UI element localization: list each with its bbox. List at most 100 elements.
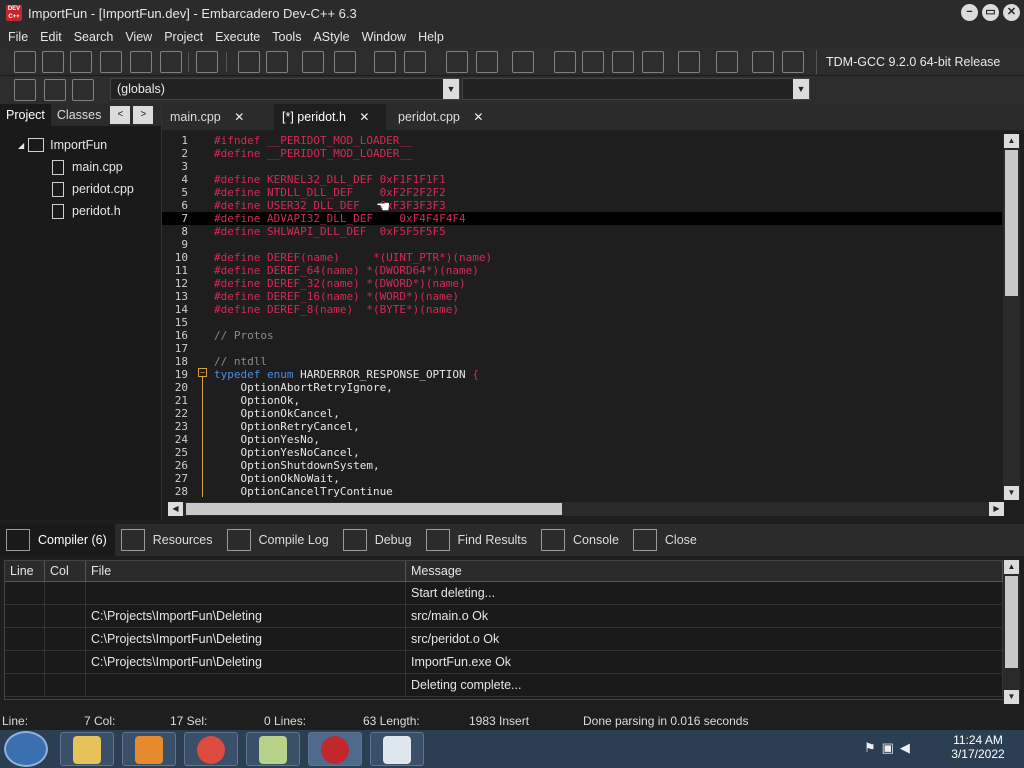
compile-run-icon[interactable] [612, 51, 634, 73]
save-all-icon[interactable] [100, 51, 122, 73]
undo-icon[interactable] [374, 51, 396, 73]
code-line[interactable]: 16 // Protos [162, 329, 1002, 342]
check-syntax-icon[interactable] [678, 51, 700, 73]
code-line[interactable]: 9 [162, 238, 1002, 251]
indent-icon[interactable] [446, 51, 468, 73]
code-line[interactable]: 6 #define USER32_DLL_DEF 0xF3F3F3F3 [162, 199, 1002, 212]
expand-icon[interactable]: ◢ [18, 141, 24, 150]
menu-edit[interactable]: Edit [34, 30, 68, 44]
start-button[interactable] [4, 731, 48, 767]
code-line[interactable]: 28 OptionCancelTryContinue [162, 485, 1002, 498]
close-icon[interactable]: ✕ [359, 110, 369, 124]
tab-compile-log[interactable]: Compile Log [221, 524, 337, 556]
chevron-down-icon[interactable]: ▼ [793, 79, 809, 99]
minimize-button[interactable]: − [961, 4, 978, 21]
fold-toggle-icon[interactable]: − [198, 368, 207, 377]
table-row[interactable]: Deleting complete... [5, 674, 1003, 697]
tab-compiler[interactable]: Compiler (6) [0, 524, 115, 556]
replace-icon[interactable] [266, 51, 288, 73]
profile-icon[interactable] [752, 51, 774, 73]
editor-tab-main-cpp[interactable]: main.cpp ✕ [162, 104, 272, 130]
table-row[interactable]: C:\Projects\ImportFun\Deleting src/main.o… [5, 605, 1003, 628]
goto-bookmark-icon[interactable] [72, 79, 94, 101]
redo-icon[interactable] [404, 51, 426, 73]
scroll-thumb[interactable] [1005, 150, 1018, 296]
code-line[interactable]: 19 − typedef enum HARDERROR_RESPONSE_OPTI… [162, 368, 1002, 381]
code-line[interactable]: 24 OptionYesNo, [162, 433, 1002, 446]
tab-classes[interactable]: Classes [51, 104, 107, 126]
stop-icon[interactable] [716, 51, 738, 73]
delete-profile-icon[interactable] [782, 51, 804, 73]
close-icon[interactable]: ✕ [234, 110, 244, 124]
menu-view[interactable]: View [119, 30, 158, 44]
menu-project[interactable]: Project [158, 30, 209, 44]
tree-file-item[interactable]: main.cpp [0, 156, 161, 178]
code-line[interactable]: 20 OptionAbortRetryIgnore, [162, 381, 1002, 394]
taskbar-chrome[interactable] [184, 732, 238, 766]
editor-tab-peridot-h[interactable]: [*] peridot.h ✕ [274, 104, 386, 130]
table-row[interactable]: C:\Projects\ImportFun\Deleting ImportFun.… [5, 651, 1003, 674]
bookmark-icon[interactable] [512, 51, 534, 73]
close-icon[interactable]: ✕ [473, 110, 483, 124]
tree-project-node[interactable]: ◢ ImportFun [0, 134, 161, 156]
taskbar-explorer[interactable] [60, 732, 114, 766]
open-folder-icon[interactable] [42, 51, 64, 73]
scroll-thumb[interactable] [186, 503, 562, 515]
tree-file-item[interactable]: peridot.cpp [0, 178, 161, 200]
rebuild-icon[interactable] [642, 51, 664, 73]
code-line[interactable]: 8 #define SHLWAPI_DLL_DEF 0xF5F5F5F5 [162, 225, 1002, 238]
scroll-up-icon[interactable]: ▲ [1004, 134, 1019, 148]
code-line[interactable]: 27 OptionOkNoWait, [162, 472, 1002, 485]
editor-vertical-scrollbar[interactable]: ▲ ▼ [1003, 134, 1020, 500]
toggle-bookmark-icon[interactable] [44, 79, 66, 101]
menu-file[interactable]: File [2, 30, 34, 44]
code-line[interactable]: 12 #define DEREF_32(name) *(DWORD*)(name… [162, 277, 1002, 290]
menu-execute[interactable]: Execute [209, 30, 266, 44]
code-line[interactable]: 2 #define __PERIDOT_MOD_LOADER__ [162, 147, 1002, 160]
column-header-col[interactable]: Col [45, 561, 86, 581]
menu-tools[interactable]: Tools [266, 30, 307, 44]
tab-find-results[interactable]: Find Results [420, 524, 535, 556]
scroll-right-icon[interactable]: ▶ [989, 502, 1004, 516]
scope-select[interactable]: (globals) ▼ [110, 78, 460, 100]
tab-console[interactable]: Console [535, 524, 627, 556]
column-header-file[interactable]: File [86, 561, 406, 581]
code-line[interactable]: 13 #define DEREF_16(name) *(WORD*)(name) [162, 290, 1002, 303]
compile-icon[interactable] [554, 51, 576, 73]
print-icon[interactable] [196, 51, 218, 73]
code-line[interactable]: 17 [162, 342, 1002, 355]
taskbar-window[interactable] [370, 732, 424, 766]
code-line[interactable]: 11 #define DEREF_64(name) *(DWORD64*)(na… [162, 264, 1002, 277]
messages-vertical-scrollbar[interactable]: ▲ ▼ [1003, 560, 1020, 704]
comment-icon[interactable] [302, 51, 324, 73]
maximize-button[interactable]: ▭ [982, 4, 999, 21]
save-icon[interactable] [70, 51, 92, 73]
table-row[interactable]: C:\Projects\ImportFun\Deleting src/perido… [5, 628, 1003, 651]
code-line[interactable]: 10 #define DEREF(name) *(UINT_PTR*)(name… [162, 251, 1002, 264]
code-line[interactable]: 4 #define KERNEL32_DLL_DEF 0xF1F1F1F1 [162, 173, 1002, 186]
unindent-icon[interactable] [476, 51, 498, 73]
editor-tab-peridot-cpp[interactable]: peridot.cpp ✕ [390, 104, 500, 130]
code-line[interactable]: 3 [162, 160, 1002, 173]
tab-debug[interactable]: Debug [337, 524, 420, 556]
scroll-left-icon[interactable]: ◀ [168, 502, 183, 516]
member-select[interactable]: ▼ [462, 78, 810, 100]
scroll-down-icon[interactable]: ▼ [1004, 486, 1019, 500]
code-lines[interactable]: 1 #ifndef __PERIDOT_MOD_LOADER__ 2 #defin… [162, 134, 1002, 498]
tab-scroll-left-button[interactable]: < [110, 106, 131, 124]
code-line[interactable]: 1 #ifndef __PERIDOT_MOD_LOADER__ [162, 134, 1002, 147]
column-header-line[interactable]: Line [5, 561, 45, 581]
close-window-button[interactable]: ✕ [1003, 4, 1020, 21]
close-file-icon[interactable] [130, 51, 152, 73]
tree-file-item[interactable]: peridot.h [0, 200, 161, 222]
code-line[interactable]: 25 OptionYesNoCancel, [162, 446, 1002, 459]
tab-project[interactable]: Project [0, 104, 51, 126]
code-line[interactable]: 26 OptionShutdownSystem, [162, 459, 1002, 472]
taskbar-notepad[interactable] [246, 732, 300, 766]
code-line[interactable]: 22 OptionOkCancel, [162, 407, 1002, 420]
column-header-message[interactable]: Message [406, 561, 1003, 581]
chevron-down-icon[interactable]: ▼ [443, 79, 459, 99]
menu-help[interactable]: Help [412, 30, 450, 44]
new-file-icon[interactable] [14, 51, 36, 73]
menu-window[interactable]: Window [356, 30, 412, 44]
